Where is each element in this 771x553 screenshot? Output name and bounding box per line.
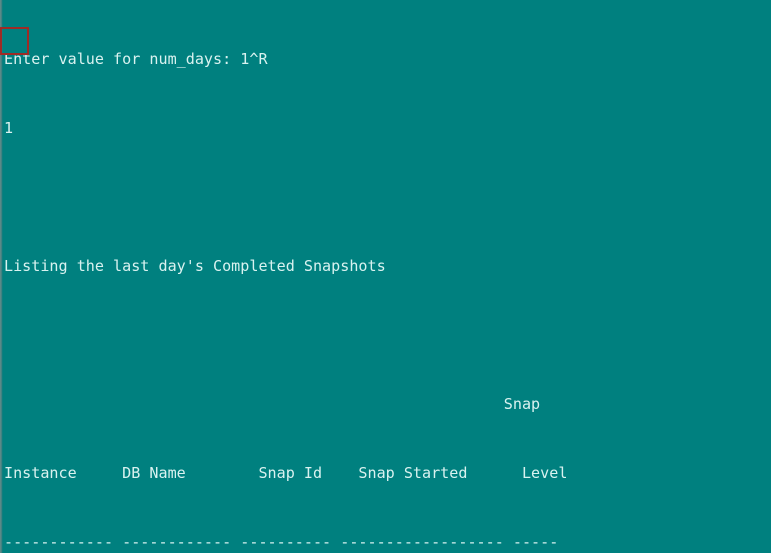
terminal-screen[interactable]: Enter value for num_days: 1^R 1 Listing …: [0, 0, 771, 553]
input-echo-line[interactable]: 1: [4, 117, 567, 140]
table-header-line-2: Instance DB Name Snap Id Snap Started Le…: [4, 464, 568, 482]
prompt-line: Enter value for num_days: 1^R: [4, 50, 268, 68]
table-separator-line: ------------ ------------ ---------- ---…: [4, 533, 559, 551]
status-line: Listing the last day's Completed Snapsho…: [4, 257, 386, 275]
terminal-output: Enter value for num_days: 1^R 1 Listing …: [4, 2, 567, 553]
terminal-left-edge: [0, 0, 3, 553]
table-header-line-1: Snap: [4, 395, 541, 413]
